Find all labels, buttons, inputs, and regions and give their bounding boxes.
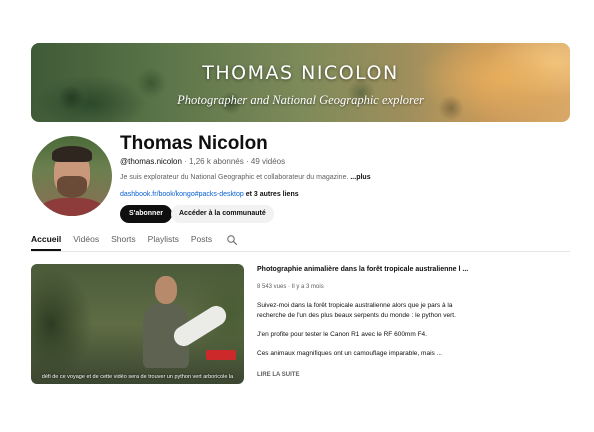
channel-tabs: Accueil Vidéos Shorts Playlists Posts [31, 234, 224, 251]
avatar-hair [52, 146, 92, 162]
video-title[interactable]: Photographie animalière dans la forêt tr… [257, 266, 468, 273]
community-button[interactable]: Accéder à la communauté [171, 205, 274, 223]
tabs-divider [31, 251, 570, 252]
avatar-shirt [40, 198, 104, 216]
read-more-link[interactable]: LIRE LA SUITE [257, 372, 299, 378]
tab-posts[interactable]: Posts [191, 234, 212, 251]
thumbnail-caption: défi de ce voyage et de cette vidéo sera… [41, 374, 234, 381]
channel-handle: @thomas.nicolon [120, 157, 182, 166]
banner-title: THOMAS NICOLON [202, 62, 399, 84]
tab-videos[interactable]: Vidéos [73, 234, 99, 251]
description-more-link[interactable]: ...plus [350, 174, 370, 181]
channel-link[interactable]: dashbook.fr/book/kongo#packs-desktop [120, 191, 244, 198]
search-icon[interactable] [226, 234, 238, 246]
channel-banner: THOMAS NICOLON Photographer and National… [31, 43, 570, 122]
other-links[interactable]: et 3 autres liens [244, 191, 299, 198]
channel-description[interactable]: Je suis explorateur du National Geograph… [120, 174, 371, 181]
channel-meta: @thomas.nicolon · 1,26 k abonnés · 49 vi… [120, 157, 285, 166]
video-description-paragraph: Ces animaux magnifiques ont un camouflag… [257, 350, 442, 358]
thumbnail-logo-badge [206, 350, 236, 360]
subscribe-button[interactable]: S'abonner [120, 205, 172, 223]
description-text: Je suis explorateur du National Geograph… [120, 174, 351, 181]
thumbnail-person-head [155, 276, 177, 304]
channel-name: Thomas Nicolon [120, 133, 268, 154]
tab-playlists[interactable]: Playlists [148, 234, 179, 251]
video-description-paragraph: Suivez-moi dans la forêt tropicale austr… [257, 302, 456, 320]
banner-subtitle: Photographer and National Geographic exp… [177, 93, 424, 107]
channel-links: dashbook.fr/book/kongo#packs-desktop et … [120, 191, 299, 198]
video-description: Suivez-moi dans la forêt tropicale austr… [257, 301, 472, 368]
video-thumbnail[interactable]: défi de ce voyage et de cette vidéo sera… [31, 264, 244, 384]
avatar[interactable] [32, 136, 112, 216]
video-description-paragraph: J'en profite pour tester le Canon R1 ave… [257, 331, 427, 339]
channel-stats: · 1,26 k abonnés · 49 vidéos [181, 157, 286, 166]
tab-shorts[interactable]: Shorts [111, 234, 136, 251]
video-meta: 8 543 vues · Il y a 3 mois [257, 284, 324, 290]
avatar-beard [57, 176, 87, 198]
tab-home[interactable]: Accueil [31, 234, 62, 251]
